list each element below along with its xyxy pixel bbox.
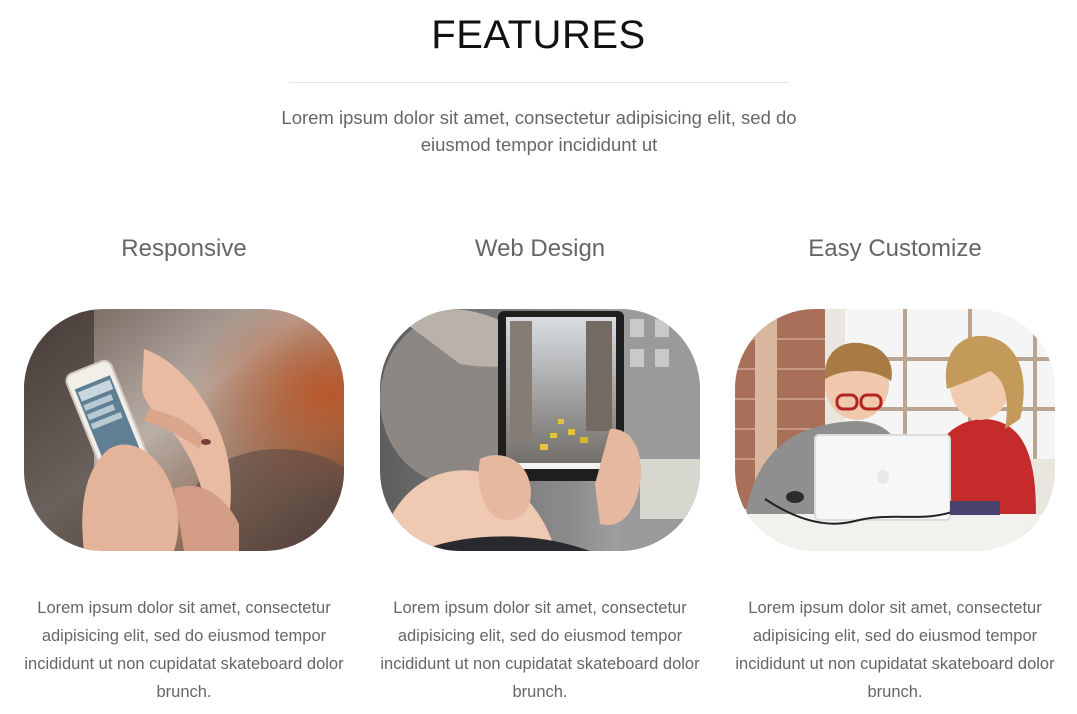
feature-description: Lorem ipsum dolor sit amet, consectetur …	[24, 599, 344, 701]
feature-image-phone	[24, 309, 344, 551]
feature-description: Lorem ipsum dolor sit amet, consectetur …	[380, 599, 700, 701]
feature-heading: Easy Customize	[808, 235, 982, 262]
section-intro: Lorem ipsum dolor sit amet, consectetur …	[281, 107, 797, 155]
feature-card-responsive: Responsive Lorem ipsum dolor sit amet, c…	[24, 230, 344, 701]
feature-card-web-design: Web Design Lorem ipsum dolor sit amet, c…	[380, 230, 700, 701]
children-laptop-photo	[735, 309, 1055, 551]
feature-image-tablet	[380, 309, 700, 551]
smartphone-photo	[24, 309, 344, 551]
feature-card-easy-customize: Easy Customize Lorem ipsum dolor sit ame…	[735, 230, 1055, 701]
feature-heading: Responsive	[121, 235, 247, 262]
tablet-photo	[380, 309, 700, 551]
feature-image-laptop	[735, 309, 1055, 551]
feature-heading: Web Design	[474, 235, 606, 262]
section-title: FEATURES	[431, 13, 646, 57]
feature-description: Lorem ipsum dolor sit amet, consectetur …	[735, 599, 1055, 701]
title-divider	[289, 82, 789, 83]
